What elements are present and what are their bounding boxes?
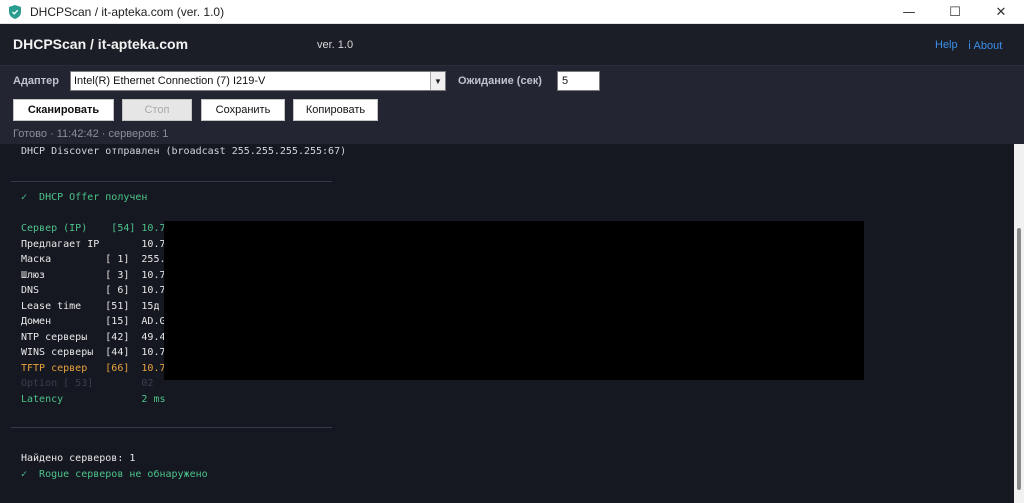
- result-row: DNS [ 6] 10.7: [21, 285, 166, 296]
- minimize-button[interactable]: —: [886, 0, 932, 24]
- timeout-input[interactable]: 5: [557, 71, 600, 91]
- result-row: Option [ 53] 02: [21, 378, 154, 389]
- window-title: DHCPScan / it-apteka.com (ver. 1.0): [30, 4, 225, 19]
- found-line: Найдено серверов: 1: [21, 453, 136, 464]
- adapter-label: Адаптер: [13, 75, 59, 87]
- shield-icon: [8, 4, 22, 19]
- close-button[interactable]: ✕: [978, 0, 1024, 24]
- rogue-line: ✓ Rogue серверов не обнаружено: [21, 469, 208, 480]
- separator: [11, 427, 332, 428]
- status-line: Готово · 11:42:42 · серверов: 1: [13, 128, 169, 140]
- scan-button[interactable]: Сканировать: [13, 99, 114, 121]
- maximize-button[interactable]: ☐: [932, 0, 978, 24]
- result-row: Домен [15] AD.G: [21, 316, 166, 327]
- result-row: WINS серверы [44] 10.7: [21, 347, 166, 358]
- offer-line: ✓ DHCP Offer получен: [21, 192, 148, 203]
- result-row: Предлагает IP 10.7: [21, 238, 166, 250]
- console-output: DHCP Discover отправлен (broadcast 255.2…: [0, 144, 1014, 503]
- copy-button[interactable]: Копировать: [293, 99, 378, 121]
- toolbar: Адаптер Intel(R) Ethernet Connection (7)…: [0, 66, 1024, 144]
- separator: [11, 181, 332, 182]
- result-row: Шлюз [ 3] 10.7: [21, 269, 166, 281]
- result-row: Сервер (IP) [54] 10.7: [21, 223, 166, 234]
- about-link[interactable]: ⅰ About: [968, 39, 1002, 52]
- result-row: NTP серверы [42] 49.4: [21, 331, 166, 343]
- help-link[interactable]: Help: [935, 39, 958, 51]
- result-row: Lease time [51] 15д: [21, 300, 160, 312]
- result-row: Маска [ 1] 255.: [21, 254, 166, 265]
- stop-button[interactable]: Стоп: [122, 99, 192, 121]
- app-version: ver. 1.0: [317, 39, 354, 51]
- chevron-down-icon[interactable]: ▼: [430, 72, 445, 90]
- adapter-value: Intel(R) Ethernet Connection (7) I219-V: [74, 75, 266, 87]
- app-name: DHCPScan / it-apteka.com: [13, 36, 189, 52]
- adapter-select[interactable]: Intel(R) Ethernet Connection (7) I219-V …: [70, 71, 446, 91]
- result-row: TFTP сервер [66] 10.7: [21, 362, 166, 374]
- redaction-block: [164, 221, 864, 380]
- scrollbar-thumb[interactable]: [1017, 228, 1021, 490]
- timeout-label: Ожидание (сек): [458, 75, 542, 87]
- discover-line: DHCP Discover отправлен (broadcast 255.2…: [21, 146, 347, 157]
- app-header: DHCPScan / it-apteka.com ver. 1.0 Help ⅰ…: [0, 24, 1024, 66]
- window-titlebar: DHCPScan / it-apteka.com (ver. 1.0) — ☐ …: [0, 0, 1024, 24]
- window-controls: — ☐ ✕: [886, 0, 1024, 24]
- timeout-value: 5: [562, 75, 569, 87]
- result-row: Latency 2 ms: [21, 393, 166, 405]
- save-button[interactable]: Сохранить: [201, 99, 285, 121]
